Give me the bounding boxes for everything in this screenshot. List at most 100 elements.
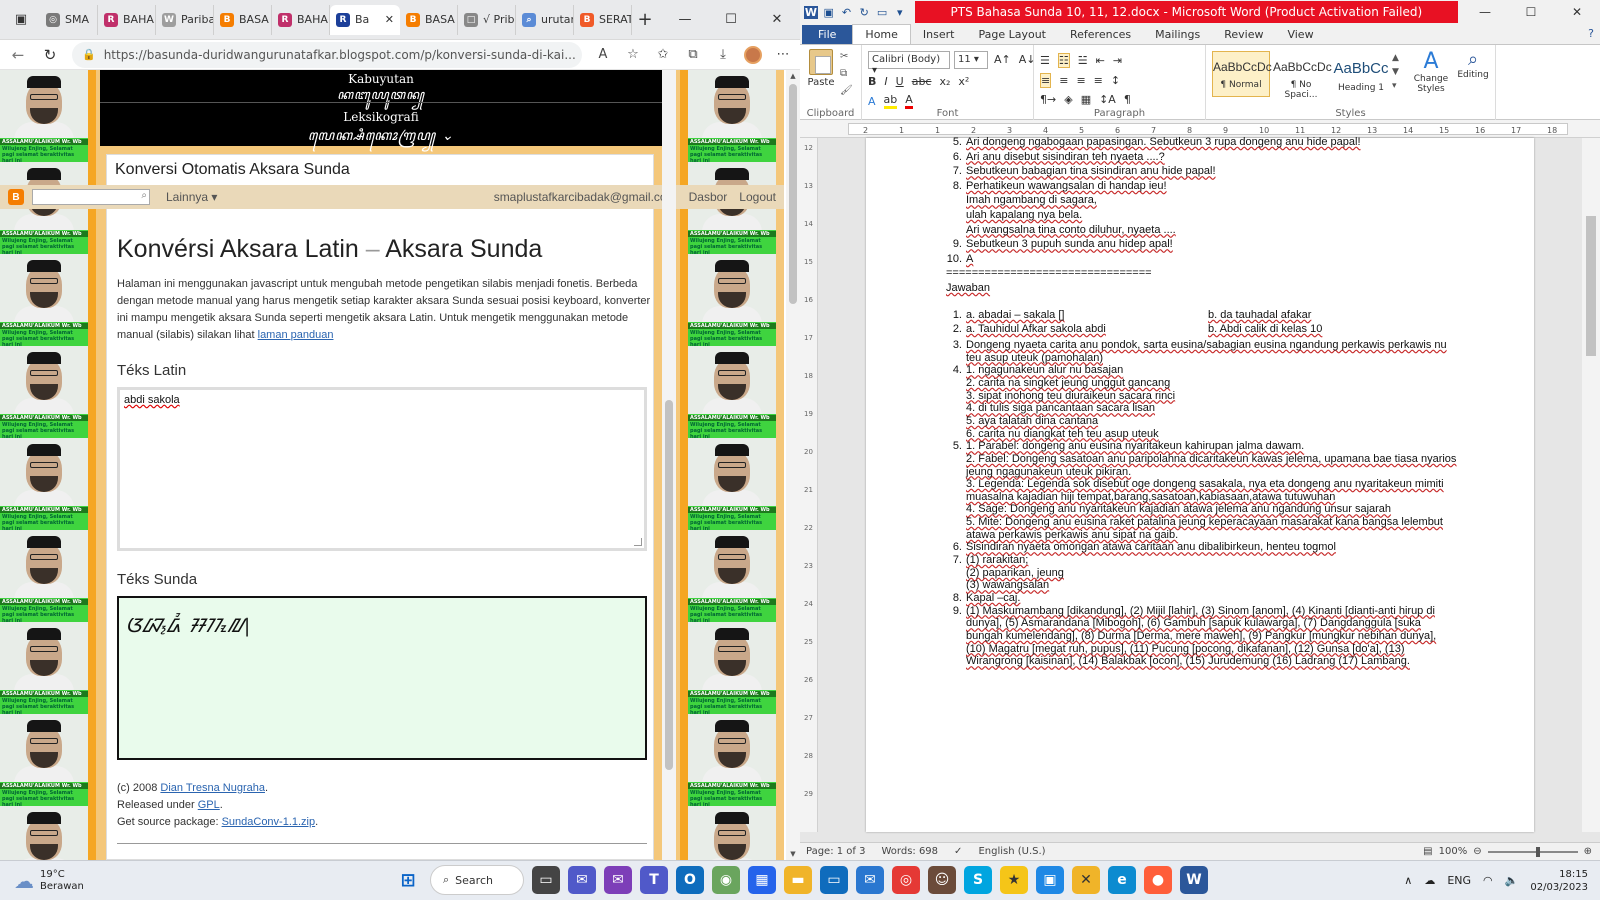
teams-icon[interactable]: T	[640, 866, 668, 894]
tab-mailings[interactable]: Mailings	[1143, 25, 1212, 44]
refresh-icon[interactable]: ↻	[40, 46, 60, 64]
bold-icon[interactable]: B	[868, 75, 876, 88]
customize-qat-icon[interactable]: ▾	[893, 6, 907, 19]
edge-icon[interactable]: e	[1108, 866, 1136, 894]
zoom-slider[interactable]	[1487, 846, 1578, 857]
mail-icon[interactable]: ✉	[604, 866, 632, 894]
browser-tab[interactable]: ◎ SMA	[40, 4, 98, 35]
shrink-font-icon[interactable]: A↓	[1019, 53, 1036, 66]
browser-tab[interactable]: R BAHA	[98, 4, 156, 35]
styles-scroll[interactable]: ▲ ▼ ▾	[1392, 51, 1399, 93]
app-icon[interactable]: ◉	[712, 866, 740, 894]
blogger-logo-icon[interactable]: B	[8, 189, 24, 205]
paste-button[interactable]: Paste	[806, 49, 836, 88]
taskbar-search[interactable]: ⌕ Search	[430, 865, 524, 895]
tab-view[interactable]: View	[1275, 25, 1325, 44]
tools-icon[interactable]: ✕	[1072, 866, 1100, 894]
new-tab-button[interactable]: +	[632, 9, 658, 30]
blog-search-input[interactable]: ⌕	[32, 189, 150, 205]
start-icon[interactable]: ⊞	[394, 866, 422, 894]
shading-icon[interactable]: ◈	[1064, 93, 1072, 106]
close-button[interactable]: ✕	[754, 0, 800, 40]
chat-icon[interactable]: ✉	[568, 866, 596, 894]
redo-icon[interactable]: ↻	[857, 6, 871, 19]
star-app-icon[interactable]: ★	[1000, 866, 1028, 894]
align-right-icon[interactable]: ≡	[1076, 74, 1085, 87]
superscript-icon[interactable]: x²	[958, 75, 969, 88]
vertical-ruler[interactable]: 12 13 14 15 16 17 18 19 20 21 22 23 24 25 26 27 28 29	[800, 138, 818, 832]
collections-icon[interactable]: ⧉	[684, 47, 702, 62]
new-doc-icon[interactable]: ▭	[875, 6, 889, 19]
ltr-icon[interactable]: ¶→	[1040, 93, 1056, 106]
sort-icon[interactable]: ↕A	[1099, 93, 1116, 106]
tab-actions-icon[interactable]: ▣	[8, 9, 34, 31]
word-count[interactable]: Words: 698	[881, 846, 938, 857]
mail-app-icon[interactable]: ✉	[856, 866, 884, 894]
style-no-spacing[interactable]: AaBbCcDc ¶ No Spaci...	[1272, 51, 1332, 100]
profile-avatar[interactable]	[744, 45, 762, 64]
onedrive-icon[interactable]: ☁	[1424, 874, 1435, 887]
read-aloud-icon[interactable]: A	[594, 47, 612, 62]
window-app-icon[interactable]: ▣	[1036, 866, 1064, 894]
style-normal[interactable]: AaBbCcDc ¶ Normal	[1212, 51, 1272, 97]
weather-widget[interactable]: ☁ 19°C Berawan	[0, 869, 200, 893]
input-lang[interactable]: ENG	[1447, 874, 1471, 887]
font-size-select[interactable]: 11 ▾	[954, 51, 988, 69]
resize-handle[interactable]	[634, 538, 642, 546]
underline-icon[interactable]: U	[896, 75, 904, 88]
word-minimize-button[interactable]: —	[1462, 5, 1508, 19]
cut-icon[interactable]: ✂	[840, 51, 853, 62]
lock-icon[interactable]: 🔒	[82, 48, 96, 61]
store-icon[interactable]: ▦	[748, 866, 776, 894]
back-icon[interactable]: ←	[8, 46, 28, 64]
word-restore-button[interactable]: ☐	[1508, 5, 1554, 19]
maximize-button[interactable]: ☐	[708, 0, 754, 40]
language[interactable]: English (U.S.)	[978, 846, 1045, 857]
latin-textarea[interactable]: abdi sakola	[117, 387, 647, 551]
line-spacing-icon[interactable]: ↕	[1111, 74, 1120, 87]
align-center-icon[interactable]: ≡	[1059, 74, 1068, 87]
monitor-icon[interactable]: ▭	[820, 866, 848, 894]
change-styles-button[interactable]: A Change Styles	[1410, 49, 1452, 94]
editing-button[interactable]: ⌕ Editing	[1452, 49, 1494, 80]
tab-review[interactable]: Review	[1212, 25, 1275, 44]
chevron-up-icon[interactable]: ∧	[1404, 874, 1412, 887]
highlight-icon[interactable]: ab	[883, 93, 898, 109]
file-explorer-icon[interactable]: ▬	[784, 866, 812, 894]
chrome-icon[interactable]: ◎	[892, 866, 920, 894]
browser-tab[interactable]: B SERAT	[574, 4, 632, 35]
browser-tab[interactable]: R Ba ✕	[330, 4, 400, 35]
wifi-icon[interactable]: ◠	[1483, 874, 1493, 887]
justify-icon[interactable]: ≡	[1094, 74, 1103, 87]
undo-icon[interactable]: ↶	[840, 6, 854, 19]
increase-indent-icon[interactable]: ⇥	[1113, 54, 1122, 67]
zoom-level[interactable]: 100%	[1439, 846, 1468, 857]
copy-icon[interactable]: ⧉	[840, 68, 853, 79]
word-scrollbar[interactable]	[1582, 138, 1600, 832]
volume-icon[interactable]: 🔈	[1505, 874, 1519, 887]
show-marks-icon[interactable]: ¶	[1124, 93, 1131, 106]
browser-tab[interactable]: R BAHA	[272, 4, 330, 35]
save-icon[interactable]: ▣	[822, 6, 836, 19]
outlook-icon[interactable]: O	[676, 866, 704, 894]
clock[interactable]: 18:15 02/03/2023	[1530, 868, 1588, 894]
strikethrough-icon[interactable]: abc	[912, 75, 932, 88]
browser-tab[interactable]: W Pariba	[156, 4, 214, 35]
proofing-icon[interactable]: ✓	[954, 846, 962, 857]
page-scrollbar[interactable]: ▲ ▼	[786, 70, 800, 860]
style-heading-1[interactable]: AaBbCc Heading 1	[1332, 51, 1390, 97]
header-leksikografi-script[interactable]: ꦭꦺꦏ꧀ꦱꦶꦏꦺꦴꦒꦿꦥ꧀ ⌄	[100, 124, 662, 153]
favorite-star-icon[interactable]: ☆	[624, 47, 642, 62]
header-leksikografi[interactable]: Leksikografi	[100, 110, 662, 124]
url-field[interactable]: 🔒 https://basunda-duridwangurunatafkar.b…	[72, 41, 582, 68]
minimize-button[interactable]: —	[662, 0, 708, 40]
tab-references[interactable]: References	[1058, 25, 1143, 44]
browser-tab[interactable]: B BASA	[214, 4, 272, 35]
borders-icon[interactable]: ▦	[1081, 93, 1091, 106]
favorites-icon[interactable]: ✩	[654, 47, 672, 62]
document-page[interactable]: 5. Ari dongeng ngabogaan papasingan. Sebu…	[866, 136, 1534, 832]
browser-tab[interactable]: □ √ Prib	[458, 4, 516, 35]
format-painter-icon[interactable]: 🖌	[840, 85, 853, 96]
dashboard-link[interactable]: Dasbor	[689, 190, 728, 204]
source-link[interactable]: SundaConv-1.1.zip	[222, 816, 316, 828]
